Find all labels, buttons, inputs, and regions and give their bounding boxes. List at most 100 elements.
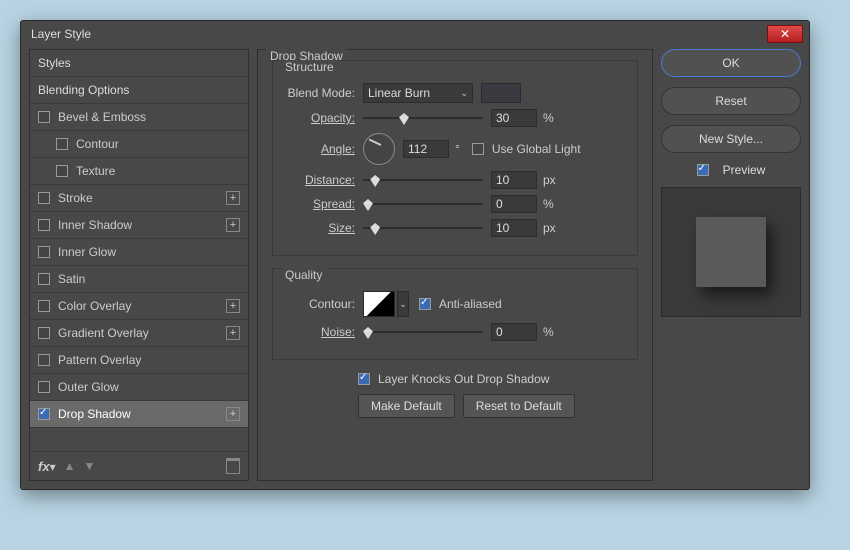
sidebar-item-satin[interactable]: Satin <box>30 266 248 293</box>
distance-unit: px <box>543 173 556 187</box>
sidebar-item-gradient-overlay[interactable]: Gradient Overlay + <box>30 320 248 347</box>
style-checkbox[interactable] <box>38 273 50 285</box>
sidebar-item-bevel-emboss[interactable]: Bevel & Emboss <box>30 104 248 131</box>
distance-label[interactable]: Distance: <box>285 173 363 187</box>
style-checkbox[interactable] <box>56 138 68 150</box>
style-checkbox[interactable] <box>38 327 50 339</box>
style-checkbox[interactable] <box>38 408 50 420</box>
trash-icon[interactable] <box>226 458 240 474</box>
style-checkbox[interactable] <box>38 192 50 204</box>
window-title: Layer Style <box>31 27 91 41</box>
structure-group: Structure Blend Mode: Linear Burn ⌄ Opac… <box>272 60 638 256</box>
size-unit: px <box>543 221 556 235</box>
add-effect-icon[interactable]: + <box>226 407 240 421</box>
style-checkbox[interactable] <box>56 165 68 177</box>
add-effect-icon[interactable]: + <box>226 218 240 232</box>
knockout-label: Layer Knocks Out Drop Shadow <box>378 372 549 386</box>
opacity-slider[interactable] <box>363 111 483 125</box>
opacity-unit: % <box>543 111 554 125</box>
style-checkbox[interactable] <box>38 111 50 123</box>
blend-mode-label: Blend Mode: <box>285 86 363 100</box>
angle-dial[interactable] <box>363 133 395 165</box>
quality-group: Quality Contour: ⌄ Anti-aliased Noise: % <box>272 268 638 360</box>
titlebar[interactable]: Layer Style ✕ <box>21 21 809 49</box>
size-input[interactable] <box>491 219 537 237</box>
add-effect-icon[interactable]: + <box>226 299 240 313</box>
sidebar-item-outer-glow[interactable]: Outer Glow <box>30 374 248 401</box>
sidebar-item-blending-options[interactable]: Blending Options <box>30 77 248 104</box>
style-checkbox[interactable] <box>38 381 50 393</box>
knockout-checkbox[interactable] <box>358 373 370 385</box>
angle-input[interactable] <box>403 140 449 158</box>
sidebar-item-styles[interactable]: Styles <box>30 50 248 77</box>
sidebar-item-texture[interactable]: Texture <box>30 158 248 185</box>
move-down-icon[interactable]: ▼ <box>83 459 95 473</box>
spread-slider[interactable] <box>363 197 483 211</box>
make-default-button[interactable]: Make Default <box>358 394 455 418</box>
size-label[interactable]: Size: <box>285 221 363 235</box>
style-checkbox[interactable] <box>38 300 50 312</box>
global-light-label: Use Global Light <box>492 142 581 156</box>
add-effect-icon[interactable]: + <box>226 326 240 340</box>
opacity-label[interactable]: Opacity: <box>285 111 363 125</box>
reset-default-button[interactable]: Reset to Default <box>463 394 575 418</box>
sidebar-item-label: Inner Shadow <box>58 218 132 232</box>
sidebar-item-label: Contour <box>76 137 119 151</box>
preview-swatch <box>696 217 766 287</box>
spread-input[interactable] <box>491 195 537 213</box>
sidebar-item-label: Outer Glow <box>58 380 119 394</box>
anti-aliased-checkbox[interactable] <box>419 298 431 310</box>
opacity-input[interactable] <box>491 109 537 127</box>
style-checkbox[interactable] <box>38 354 50 366</box>
sidebar-item-inner-glow[interactable]: Inner Glow <box>30 239 248 266</box>
sidebar-item-drop-shadow[interactable]: Drop Shadow + <box>30 401 248 428</box>
blend-mode-value: Linear Burn <box>368 86 430 100</box>
sidebar-item-label: Satin <box>58 272 85 286</box>
contour-label: Contour: <box>285 297 363 311</box>
style-checkbox[interactable] <box>38 246 50 258</box>
sidebar-item-contour[interactable]: Contour <box>30 131 248 158</box>
anti-aliased-label: Anti-aliased <box>439 297 502 311</box>
dialog-body: Styles Blending Options Bevel & Emboss Cont… <box>21 49 809 489</box>
dialog-window: Layer Style ✕ Styles Blending Options Beve… <box>20 20 810 490</box>
sidebar-item-label: Blending Options <box>38 83 129 97</box>
sidebar-item-stroke[interactable]: Stroke+ <box>30 185 248 212</box>
contour-picker[interactable] <box>363 291 395 317</box>
size-slider[interactable] <box>363 221 483 235</box>
preview-checkbox[interactable] <box>697 164 709 176</box>
styles-sidebar: Styles Blending Options Bevel & Emboss Cont… <box>29 49 249 481</box>
style-checkbox[interactable] <box>38 219 50 231</box>
sidebar-item-inner-shadow[interactable]: Inner Shadow + <box>30 212 248 239</box>
options-panel: Drop Shadow Structure Blend Mode: Linear… <box>257 49 653 481</box>
sidebar-item-label: Gradient Overlay <box>58 326 149 340</box>
sidebar-item-label: Pattern Overlay <box>58 353 141 367</box>
fx-icon[interactable]: fx▾ <box>38 459 56 474</box>
move-up-icon[interactable]: ▲ <box>64 459 76 473</box>
close-button[interactable]: ✕ <box>767 25 803 43</box>
sidebar-item-pattern-overlay[interactable]: Pattern Overlay <box>30 347 248 374</box>
angle-unit: ° <box>455 142 460 156</box>
shadow-color-swatch[interactable] <box>481 83 521 103</box>
reset-button[interactable]: Reset <box>661 87 801 115</box>
sidebar-item-label: Bevel & Emboss <box>58 110 146 124</box>
distance-slider[interactable] <box>363 173 483 187</box>
blend-mode-select[interactable]: Linear Burn ⌄ <box>363 83 473 103</box>
sidebar-item-color-overlay[interactable]: Color Overlay + <box>30 293 248 320</box>
sidebar-item-label: Color Overlay <box>58 299 131 313</box>
preview-box <box>661 187 801 317</box>
distance-input[interactable] <box>491 171 537 189</box>
new-style-button[interactable]: New Style... <box>661 125 801 153</box>
chevron-down-icon: ⌄ <box>460 88 468 99</box>
sidebar-item-label: Drop Shadow <box>58 407 131 421</box>
add-effect-icon[interactable]: + <box>226 191 240 205</box>
contour-dropdown[interactable]: ⌄ <box>397 291 409 317</box>
noise-input[interactable] <box>491 323 537 341</box>
global-light-checkbox[interactable] <box>472 143 484 155</box>
structure-legend: Structure <box>281 60 338 74</box>
noise-slider[interactable] <box>363 325 483 339</box>
spread-label[interactable]: Spread: <box>285 197 363 211</box>
noise-label[interactable]: Noise: <box>285 325 363 339</box>
sidebar-item-label: Inner Glow <box>58 245 116 259</box>
ok-button[interactable]: OK <box>661 49 801 77</box>
angle-label[interactable]: Angle: <box>285 142 363 156</box>
